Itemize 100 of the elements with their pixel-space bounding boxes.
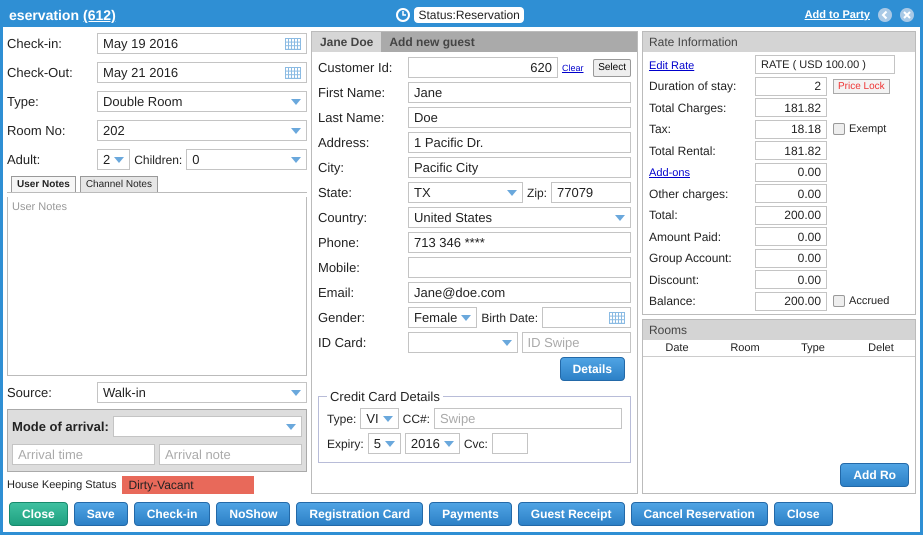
field-label: Mobile: bbox=[318, 260, 361, 275]
date-field[interactable]: May 19 2016 bbox=[97, 33, 307, 54]
dropdown[interactable]: 2016 bbox=[404, 433, 460, 454]
field-label: Mode of arrival: bbox=[12, 419, 109, 434]
add-to-party-link[interactable]: Add to Party bbox=[804, 9, 870, 21]
amount-field[interactable]: 0.00 bbox=[755, 227, 827, 246]
text-field[interactable]: 713 346 **** bbox=[408, 232, 631, 253]
clear-link[interactable]: Clear bbox=[562, 62, 584, 72]
field-label: Birth Date: bbox=[481, 310, 538, 324]
panel-header: Rate Information bbox=[643, 32, 915, 52]
caret-icon bbox=[461, 314, 472, 320]
field-label: Source: bbox=[7, 385, 53, 400]
caret-icon bbox=[382, 416, 393, 422]
amount-field[interactable]: 2 bbox=[755, 76, 827, 96]
notes-tab[interactable]: Channel Notes bbox=[80, 176, 158, 192]
dropdown[interactable]: TX bbox=[408, 182, 523, 203]
dropdown[interactable]: VI bbox=[360, 408, 399, 429]
field-label: ID Card: bbox=[318, 335, 368, 350]
text-field[interactable] bbox=[408, 257, 631, 278]
text-field[interactable]: 620 bbox=[408, 57, 558, 78]
notes-tab[interactable]: User Notes bbox=[11, 176, 76, 192]
caret-icon bbox=[291, 390, 301, 396]
price-lock-button[interactable]: Price Lock bbox=[833, 78, 890, 94]
dropdown[interactable]: 0 bbox=[186, 149, 307, 170]
calendar-icon bbox=[285, 38, 301, 50]
caret-icon bbox=[114, 156, 124, 162]
text-field[interactable]: 1 Pacific Dr. bbox=[408, 132, 631, 153]
date-field[interactable] bbox=[542, 307, 631, 328]
dropdown[interactable]: Double Room bbox=[97, 91, 307, 112]
field-label: Zip: bbox=[526, 186, 547, 200]
amount-field[interactable]: 0.00 bbox=[755, 270, 827, 290]
field-label: City: bbox=[318, 160, 345, 175]
text-field[interactable]: ID Swipe bbox=[522, 332, 631, 353]
text-field[interactable]: Swipe bbox=[434, 408, 622, 429]
field-label: Children: bbox=[134, 152, 182, 166]
column-header: Delet bbox=[867, 341, 895, 356]
dropdown[interactable]: United States bbox=[408, 207, 631, 228]
field-label: Discount: bbox=[649, 272, 700, 287]
field-label: Tax: bbox=[649, 122, 672, 136]
field-label: Cvc: bbox=[464, 436, 488, 450]
clock-icon bbox=[396, 8, 410, 22]
field-label: Type: bbox=[7, 94, 40, 109]
notes-field[interactable]: User Notes bbox=[7, 197, 307, 376]
dropdown[interactable]: 2 bbox=[97, 149, 130, 170]
text-field[interactable]: Arrival note bbox=[159, 444, 302, 465]
checkbox[interactable] bbox=[833, 295, 845, 308]
field-label: CC#: bbox=[402, 412, 430, 426]
text-field[interactable]: 77079 bbox=[551, 182, 631, 203]
column-header: Type bbox=[800, 341, 826, 356]
calendar-icon bbox=[609, 312, 625, 324]
panel-header: Rooms bbox=[643, 320, 915, 340]
field-label: Email: bbox=[318, 285, 356, 300]
amount-field[interactable]: 0.00 bbox=[755, 184, 827, 204]
amount-field[interactable]: 200.00 bbox=[755, 206, 827, 225]
caret-icon bbox=[291, 156, 301, 162]
select-button[interactable]: Select bbox=[593, 58, 631, 76]
field-label: Gender: bbox=[318, 310, 366, 325]
dropdown[interactable]: 5 bbox=[368, 433, 401, 454]
field-label: House Keeping Status bbox=[7, 479, 116, 491]
guest-tab[interactable]: Jane Doe bbox=[312, 32, 382, 52]
dropdown[interactable]: Female bbox=[408, 307, 478, 328]
back-icon[interactable] bbox=[878, 8, 892, 22]
dropdown[interactable] bbox=[408, 332, 518, 353]
amount-field[interactable]: 0.00 bbox=[755, 248, 827, 268]
amount-field[interactable]: 0.00 bbox=[755, 162, 827, 182]
text-field[interactable]: Jane@doe.com bbox=[408, 282, 631, 303]
text-field[interactable]: Arrival time bbox=[12, 444, 155, 465]
field-label: Country: bbox=[318, 210, 368, 225]
caret-icon bbox=[444, 440, 454, 446]
field-label: Total Charges: bbox=[649, 100, 728, 115]
amount-field[interactable]: 18.18 bbox=[755, 120, 827, 139]
text-field[interactable]: Jane bbox=[408, 82, 631, 103]
reservation-number-link[interactable]: (612) bbox=[83, 7, 116, 23]
field-label: Phone: bbox=[318, 235, 360, 250]
calendar-icon bbox=[285, 66, 301, 78]
amount-field[interactable]: 200.00 bbox=[755, 292, 827, 311]
caret-icon bbox=[286, 424, 296, 430]
field-label: Room No: bbox=[7, 123, 67, 138]
field-label: Total Rental: bbox=[649, 144, 717, 158]
dropdown[interactable]: 202 bbox=[97, 120, 307, 141]
edit-rate-link[interactable]: Edit Rate bbox=[649, 60, 694, 72]
field-label: State: bbox=[318, 185, 353, 200]
rate-field[interactable]: RATE ( USD 100.00 ) bbox=[755, 55, 895, 74]
amount-field[interactable]: 181.82 bbox=[755, 141, 827, 160]
dropdown[interactable] bbox=[112, 416, 302, 437]
amount-field[interactable]: 181.82 bbox=[755, 98, 827, 118]
add-ons-link[interactable]: Add-ons bbox=[649, 167, 690, 180]
field-label: Address: bbox=[318, 135, 370, 150]
text-field[interactable]: Pacific City bbox=[408, 157, 631, 178]
field-label: Customer Id: bbox=[318, 60, 394, 75]
field-label: Check-Out: bbox=[7, 65, 74, 80]
caret-icon bbox=[291, 128, 301, 134]
text-field[interactable] bbox=[492, 433, 528, 454]
text-field[interactable]: Doe bbox=[408, 107, 631, 128]
field-label: Amount Paid: bbox=[649, 230, 722, 244]
date-field[interactable]: May 21 2016 bbox=[97, 62, 307, 83]
caret-icon bbox=[384, 440, 395, 446]
checkbox[interactable] bbox=[833, 123, 845, 136]
close-icon[interactable] bbox=[900, 8, 914, 22]
dropdown[interactable]: Walk-in bbox=[97, 382, 307, 403]
